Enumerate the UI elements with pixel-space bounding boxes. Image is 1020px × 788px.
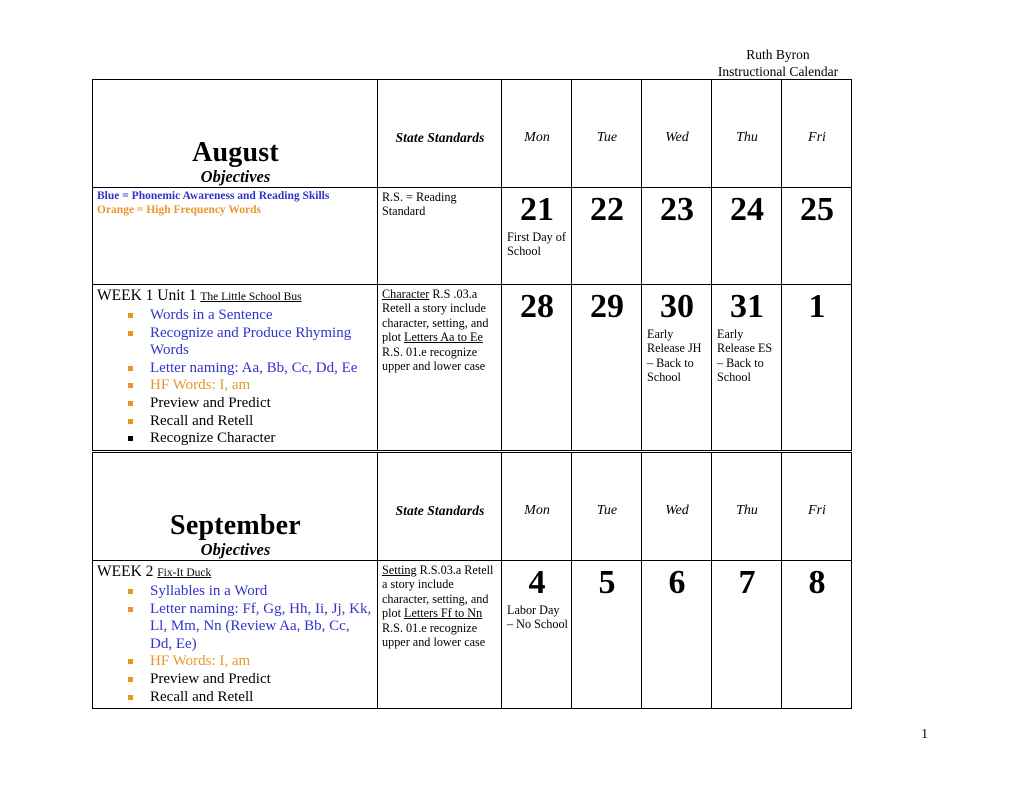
day-header-tue: Tue <box>571 452 642 561</box>
august-standards-key: R.S. = Reading Standard <box>377 187 502 285</box>
day-header-wed: Wed <box>641 79 712 188</box>
week1-objectives-cell: WEEK 1 Unit 1 The Little School Bus Word… <box>92 284 378 451</box>
date-cell-21: 21 First Day of School <box>501 187 572 285</box>
legend-orange: Orange = High Frequency Words <box>97 203 261 216</box>
date-cell-25: 25 <box>781 187 852 285</box>
week2-standards-cell: Setting R.S.03.a Retell a story include … <box>377 559 502 710</box>
date-number: 1 <box>808 288 826 325</box>
august-header-row: August Objectives State Standards Mon Tu… <box>92 79 852 188</box>
date-number: 30 <box>660 288 694 325</box>
date-cell-4: 4 Labor Day – No School <box>501 559 572 710</box>
day-header-wed: Wed <box>641 452 712 561</box>
date-cell-22: 22 <box>571 187 642 285</box>
week2-title-week: WEEK 2 <box>97 563 154 580</box>
list-item: HF Words: I, am <box>125 653 374 671</box>
week2-objectives-cell: WEEK 2 Fix-It Duck Syllables in a Word L… <box>92 559 378 710</box>
day-header-fri: Fri <box>781 79 852 188</box>
list-item: Recall and Retell <box>125 413 374 431</box>
august-month-name: August <box>192 137 279 168</box>
date-number: 22 <box>590 191 624 228</box>
week1-objective-list: Words in a Sentence Recognize and Produc… <box>97 307 374 448</box>
day-header-mon: Mon <box>501 452 572 561</box>
week2-title: WEEK 2 Fix-It Duck <box>97 563 374 582</box>
header-author: Ruth Byron <box>746 47 810 62</box>
september-month-name: September <box>170 510 301 541</box>
list-item: Letter naming: Ff, Gg, Hh, Ii, Jj, Kk, L… <box>125 601 374 654</box>
standard-text: R.S. 01.e recognize upper and lower case <box>382 620 486 650</box>
august-month-cell: August Objectives <box>92 79 378 188</box>
date-cell-31: 31 Early Release ES – Back to School <box>711 284 782 451</box>
day-header-thu: Thu <box>711 452 782 561</box>
week1-title-week: WEEK 1 Unit 1 <box>97 287 197 304</box>
date-cell-8: 8 <box>781 559 852 710</box>
date-cell-6: 6 <box>641 559 712 710</box>
standard-label: Letters Aa to Ee <box>404 330 483 345</box>
september-calendar-table: September Objectives State Standards Mon… <box>92 452 852 710</box>
week2-title-book: Fix-It Duck <box>157 567 212 579</box>
list-item: Preview and Predict <box>125 395 374 413</box>
august-legend-row: Blue = Phonemic Awareness and Reading Sk… <box>92 187 852 285</box>
legend-cell: Blue = Phonemic Awareness and Reading Sk… <box>92 187 378 285</box>
date-number: 29 <box>590 288 624 325</box>
date-number: 31 <box>730 288 764 325</box>
day-header-tue: Tue <box>571 79 642 188</box>
date-cell-28: 28 <box>501 284 572 451</box>
date-number: 24 <box>730 191 764 228</box>
list-item: Syllables in a Word <box>125 583 374 601</box>
list-item: Letter naming: Aa, Bb, Cc, Dd, Ee <box>125 360 374 378</box>
september-standards-header: State Standards <box>377 452 502 561</box>
august-week1-row: WEEK 1 Unit 1 The Little School Bus Word… <box>92 284 852 451</box>
date-cell-sep-1: 1 <box>781 284 852 451</box>
date-number: 7 <box>738 564 756 601</box>
date-cell-30: 30 Early Release JH – Back to School <box>641 284 712 451</box>
date-number: 8 <box>808 564 826 601</box>
list-item: Words in a Sentence <box>125 307 374 325</box>
september-header-row: September Objectives State Standards Mon… <box>92 452 852 561</box>
list-item: Recognize and Produce Rhyming Words <box>125 325 374 360</box>
standard-label: Character <box>382 287 430 301</box>
date-number: 25 <box>800 191 834 228</box>
standard-label: Letters Ff to Nn <box>404 606 483 621</box>
date-number: 4 <box>528 564 546 601</box>
date-cell-24: 24 <box>711 187 782 285</box>
week1-title: WEEK 1 Unit 1 The Little School Bus <box>97 287 374 306</box>
date-number: 21 <box>520 191 554 228</box>
august-calendar-table: August Objectives State Standards Mon Tu… <box>92 79 852 451</box>
week1-title-book: The Little School Bus <box>200 291 302 303</box>
date-note: First Day of School <box>507 230 566 259</box>
date-note: Early Release JH – Back to School <box>647 327 702 385</box>
date-number: 28 <box>520 288 554 325</box>
date-cell-7: 7 <box>711 559 782 710</box>
september-week2-row: WEEK 2 Fix-It Duck Syllables in a Word L… <box>92 559 852 710</box>
date-note: Early Release ES – Back to School <box>717 327 773 385</box>
page-header: Ruth Byron Instructional Calendar <box>628 46 928 80</box>
page-number: 1 <box>921 726 928 741</box>
header-subtitle: Instructional Calendar <box>717 64 839 79</box>
august-standards-header: State Standards <box>377 79 502 188</box>
date-number: 5 <box>598 564 616 601</box>
week2-objective-list: Syllables in a Word Letter naming: Ff, G… <box>97 583 374 706</box>
week1-standards-cell: Character R.S .03.a Retell a story inclu… <box>377 284 502 451</box>
standards-key-text: R.S. = Reading Standard <box>382 190 457 219</box>
legend-blue: Blue = Phonemic Awareness and Reading Sk… <box>97 190 330 202</box>
day-header-thu: Thu <box>711 79 782 188</box>
september-month-cell: September Objectives <box>92 452 378 561</box>
standard-text: R.S. 01.e recognize upper and lower case <box>382 344 486 374</box>
date-cell-23: 23 <box>641 187 712 285</box>
date-cell-5: 5 <box>571 559 642 710</box>
date-cell-29: 29 <box>571 284 642 451</box>
list-item: HF Words: I, am <box>125 377 374 395</box>
list-item: Recognize Character <box>125 430 374 448</box>
list-item: Preview and Predict <box>125 671 374 689</box>
september-month-subtitle: Objectives <box>200 540 271 559</box>
standard-label: Setting <box>382 563 417 577</box>
list-item: Recall and Retell <box>125 689 374 707</box>
day-header-mon: Mon <box>501 79 572 188</box>
day-header-fri: Fri <box>781 452 852 561</box>
date-number: 6 <box>668 564 686 601</box>
august-month-subtitle: Objectives <box>200 167 271 186</box>
date-note: Labor Day – No School <box>507 603 568 632</box>
date-number: 23 <box>660 191 694 228</box>
